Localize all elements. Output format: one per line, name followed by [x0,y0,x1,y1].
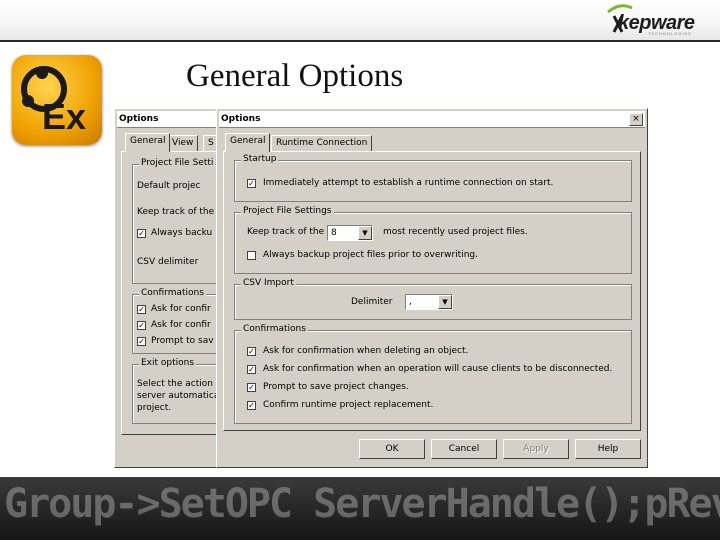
group-csv-import: CSV Import Delimiter , ▼ [234,278,632,320]
back-confirm-label-3: Prompt to sav [151,336,214,346]
prompt-save-label: Prompt to save project changes. [263,382,409,392]
back-exit-text-3: project. [137,403,172,413]
group-startup: Startup ✓ Immediately attempt to establi… [234,154,632,202]
back-confirm-label-1: Ask for confir [151,304,211,314]
back-exit-text-2: server automatica [137,391,220,401]
back-confirm-label-2: Ask for confir [151,320,211,330]
back-exit-text-1: Select the action [137,379,213,389]
dropdown-arrow-icon[interactable]: ▼ [438,295,452,309]
back-tab-view[interactable]: View [167,135,199,152]
header-divider [0,40,720,42]
immediately-connect-checkbox[interactable]: ✓ [247,179,256,188]
back-confirm-checkbox-3[interactable]: ✓ [137,337,146,346]
cancel-button[interactable]: Cancel [431,439,497,459]
tab-general[interactable]: General [225,133,271,152]
apply-button[interactable]: Apply [503,439,569,459]
mru-count-select[interactable]: 8 ▼ [327,225,373,241]
back-keep-track-label: Keep track of the [137,207,215,217]
back-dialog-titlebar: Options [117,111,217,128]
group-startup-title: Startup [241,154,279,164]
group-csv-import-title: CSV Import [241,278,296,288]
confirm-delete-label: Ask for confirmation when deleting an ob… [263,346,469,356]
group-confirmations-title: Confirmations [241,324,308,334]
svg-text:Ex: Ex [42,96,86,137]
dropdown-arrow-icon[interactable]: ▼ [358,226,372,240]
group-project-file-title: Project File Settings [241,206,334,216]
back-dialog-title: Options [119,114,159,124]
always-backup-checkbox[interactable] [247,251,256,260]
confirm-disconnect-label: Ask for confirmation when an operation w… [263,364,613,374]
back-group-exit: Exit options Select the action server au… [132,358,220,424]
confirm-disconnect-checkbox[interactable]: ✓ [247,365,256,374]
group-project-file: Project File Settings Keep track of the … [234,206,632,274]
delimiter-label: Delimiter [351,297,393,307]
group-confirmations: Confirmations ✓ Ask for confirmation whe… [234,324,632,424]
back-group-project: Project File Setti Default projec Keep t… [132,158,219,284]
prompt-save-checkbox[interactable]: ✓ [247,383,256,392]
dialog-titlebar: Options × [219,111,645,128]
back-tab-panel: Project File Setti Default projec Keep t… [121,151,220,435]
immediately-connect-label: Immediately attempt to establish a runti… [263,178,554,188]
options-dialog: Options × General Runtime Connection Sta… [216,108,648,468]
confirm-replace-label: Confirm runtime project replacement. [263,400,434,410]
confirm-replace-checkbox[interactable]: ✓ [247,401,256,410]
dialog-title: Options [221,114,261,124]
mru-suffix-label: most recently used project files. [383,227,528,237]
back-confirm-checkbox-1[interactable]: ✓ [137,305,146,314]
always-backup-label: Always backup project files prior to ove… [263,250,478,260]
delimiter-select[interactable]: , ▼ [405,294,453,310]
options-dialog-behind: Options General View S Project File Sett… [114,108,220,468]
tab-panel-general: Startup ✓ Immediately attempt to establi… [223,151,641,431]
confirm-delete-checkbox[interactable]: ✓ [247,347,256,356]
brand-subtitle: TECHNOLOGIES [648,31,692,36]
banner-code-text: Group->SetOPC ServerHandle();pRevUpdateR… [4,481,720,527]
tab-runtime-connection[interactable]: Runtime Connection [271,135,373,152]
back-always-backup-label: Always backu [151,228,213,238]
back-confirm-checkbox-2[interactable]: ✓ [137,321,146,330]
keep-track-label: Keep track of the [247,227,325,237]
slide-title: General Options [186,58,404,94]
back-csv-delimiter-label: CSV delimiter [137,257,199,267]
footer-banner: Group->SetOPC ServerHandle();pRevUpdateR… [0,477,720,540]
help-button[interactable]: Help [575,439,641,459]
back-always-backup-checkbox[interactable]: ✓ [137,229,146,238]
delimiter-value: , [409,297,412,307]
mru-count-value: 8 [331,228,337,238]
back-tab-general[interactable]: General [125,133,171,152]
kepserverex-logo-icon: Ex [12,55,102,145]
close-button[interactable]: × [629,113,643,126]
kepware-logo: kepware TECHNOLOGIES [604,2,712,36]
back-group-confirmations: Confirmations ✓ Ask for confir ✓ Ask for… [132,288,219,354]
ok-button[interactable]: OK [359,439,425,459]
back-default-project-label: Default projec [137,181,201,191]
